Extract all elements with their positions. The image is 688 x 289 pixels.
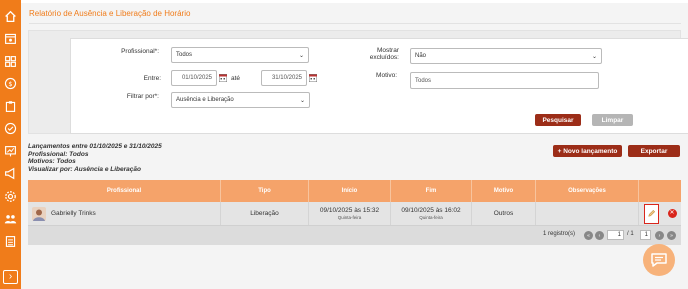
column-header-actions xyxy=(639,180,681,202)
gear-icon[interactable] xyxy=(4,190,17,203)
profissional-label: Profissional*: xyxy=(121,48,159,55)
first-page-icon[interactable]: « xyxy=(584,231,593,240)
new-entry-button[interactable]: + Novo lançamento xyxy=(553,145,622,157)
cell-tipo: Liberação xyxy=(221,202,309,225)
table-footer: 1 registro(s) « ‹ 1 / 1 1 › » xyxy=(28,226,681,245)
column-header[interactable]: Fim xyxy=(391,180,472,202)
mostrar-excluidos-select[interactable]: Não ⌄ xyxy=(410,48,602,64)
page-number-input[interactable]: 1 xyxy=(607,230,624,240)
filtrar-por-label: Filtrar por*: xyxy=(126,93,159,100)
page-total: / 1 xyxy=(627,231,634,237)
title-divider xyxy=(29,23,681,24)
main-content: Relatório de Ausência e Liberação de Hor… xyxy=(21,0,688,289)
clear-button[interactable]: Limpar xyxy=(592,114,633,126)
summary-view: Visualizar por: Ausência e Liberação xyxy=(28,166,141,174)
date-separator: até xyxy=(231,75,241,82)
cell-fim: 09/10/2025 às 16:02 Quinta-feira xyxy=(391,202,472,225)
report-summary: Lançamentos entre 01/10/2025 e 31/10/202… xyxy=(28,143,162,174)
chevron-down-icon: ⌄ xyxy=(591,53,597,60)
cell-motivo: Outros xyxy=(472,202,536,225)
entre-label: Entre: xyxy=(143,75,161,82)
column-header[interactable]: Motivo xyxy=(472,180,536,202)
svg-text:$: $ xyxy=(8,80,12,88)
sidebar: $ › xyxy=(0,0,21,289)
column-header[interactable]: Tipo xyxy=(221,180,309,202)
calendar-user-icon[interactable] xyxy=(4,32,17,45)
column-header[interactable]: Profissional xyxy=(28,180,221,202)
calendar-icon[interactable] xyxy=(309,74,317,82)
table-row[interactable]: Gabrielly Trinks Liberação 09/10/2025 às… xyxy=(28,202,681,226)
column-header[interactable]: Início xyxy=(309,180,391,202)
chevron-down-icon: ⌄ xyxy=(298,52,304,59)
date-to-input[interactable]: 31/10/2025 xyxy=(261,70,307,86)
profissional-select[interactable]: Todos ⌄ xyxy=(171,47,309,63)
dollar-icon[interactable]: $ xyxy=(4,77,17,90)
mostrar-excluidos-label: Mostrar excluídos: xyxy=(369,47,399,61)
summary-reasons: Motivos: Todos xyxy=(28,158,76,166)
table-header: Profissional Tipo Início Fim Motivo Obse… xyxy=(28,180,681,202)
avatar xyxy=(32,206,46,221)
cell-profissional: Gabrielly Trinks xyxy=(28,202,221,225)
motivo-label: Motivo: xyxy=(376,72,397,79)
page-size-input[interactable]: 1 xyxy=(640,230,651,240)
column-header[interactable]: Observações xyxy=(536,180,639,202)
prev-page-icon[interactable]: ‹ xyxy=(595,231,604,240)
export-button[interactable]: Exportar xyxy=(628,145,680,157)
list-document-icon[interactable] xyxy=(4,235,17,248)
cell-observacoes xyxy=(536,202,639,225)
cell-inicio: 09/10/2025 às 15:32 Quinta-feira xyxy=(309,202,391,225)
record-count: 1 registro(s) xyxy=(543,231,576,237)
date-from-input[interactable]: 01/10/2025 xyxy=(171,70,217,86)
presentation-chart-icon[interactable] xyxy=(4,145,17,158)
megaphone-icon[interactable] xyxy=(4,167,17,180)
edit-icon[interactable] xyxy=(643,203,659,224)
check-circle-icon[interactable] xyxy=(4,122,17,135)
next-page-icon[interactable]: › xyxy=(655,231,664,240)
home-icon[interactable] xyxy=(4,10,17,23)
delete-icon[interactable]: ✕ xyxy=(667,209,677,218)
page-title: Relatório de Ausência e Liberação de Hor… xyxy=(29,9,191,18)
calendar-icon[interactable] xyxy=(219,74,227,82)
expand-sidebar-button[interactable]: › xyxy=(3,270,18,284)
users-icon[interactable] xyxy=(4,212,17,225)
summary-period: Lançamentos entre 01/10/2025 e 31/10/202… xyxy=(28,143,162,150)
cell-actions: ✕ xyxy=(639,202,681,225)
motivo-input[interactable]: Todos xyxy=(410,72,599,89)
grid-icon[interactable] xyxy=(4,55,17,68)
clipboard-icon[interactable] xyxy=(4,100,17,113)
filtrar-por-select[interactable]: Ausência e Liberação ⌄ xyxy=(171,92,310,108)
chevron-down-icon: ⌄ xyxy=(299,97,305,104)
results-table: Profissional Tipo Início Fim Motivo Obse… xyxy=(28,180,681,245)
summary-professional: Profissional: Todos xyxy=(28,150,89,158)
chat-icon xyxy=(651,253,667,267)
search-button[interactable]: Pesquisar xyxy=(535,114,581,126)
last-page-icon[interactable]: » xyxy=(667,231,676,240)
chat-button[interactable] xyxy=(643,244,675,276)
